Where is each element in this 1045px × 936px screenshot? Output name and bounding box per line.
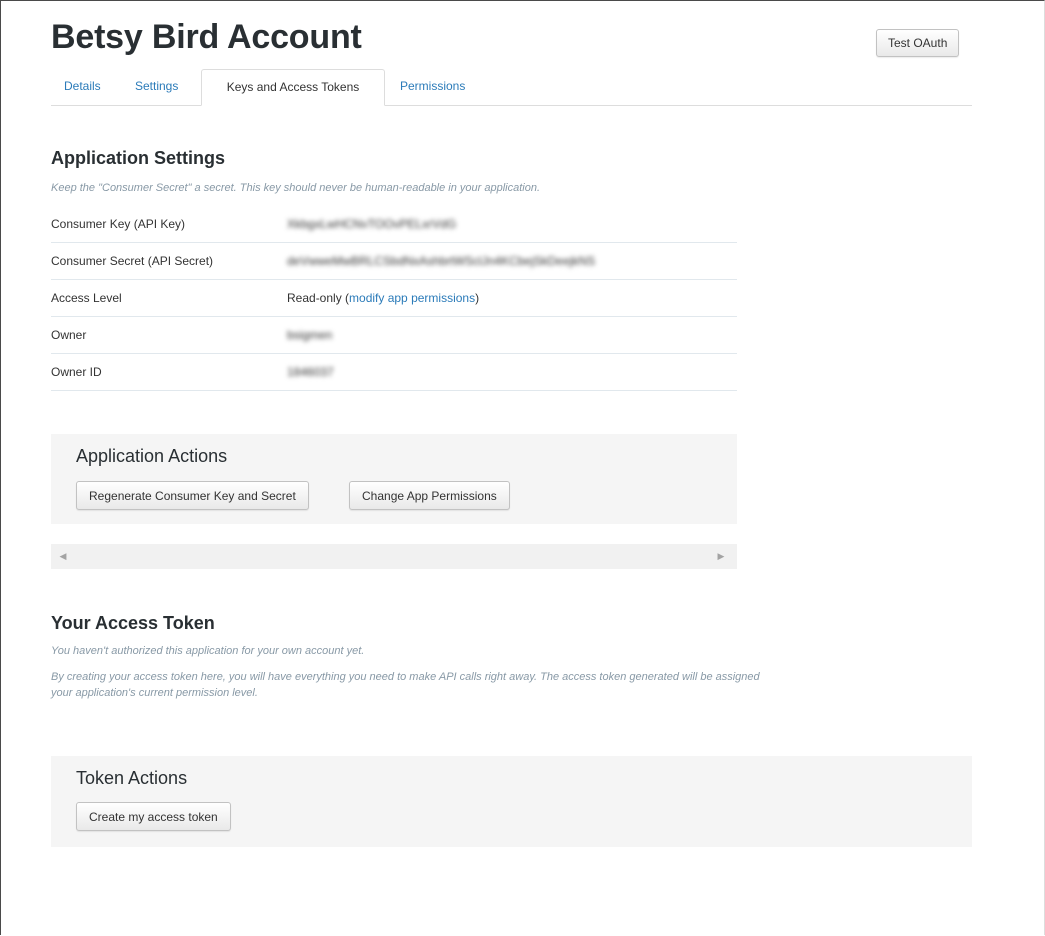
tab-keys-and-access-tokens[interactable]: Keys and Access Tokens <box>201 69 385 106</box>
consumer-key-label: Consumer Key (API Key) <box>51 217 186 231</box>
owner-id-label: Owner ID <box>51 365 102 379</box>
consumer-secret-label: Consumer Secret (API Secret) <box>51 254 214 268</box>
access-token-description-line2: your application's current permission le… <box>51 687 258 699</box>
tab-settings[interactable]: Settings <box>135 69 178 105</box>
tab-bar: Details Settings Keys and Access Tokens … <box>51 69 972 106</box>
token-actions-heading: Token Actions <box>76 768 188 788</box>
table-row: Owner bsigmen <box>51 317 737 354</box>
consumer-secret-value: deVwweMwBRLCSbdNxAshbrtWSclJn4KCbejSkDee… <box>287 254 596 268</box>
access-level-text: Read-only ( <box>287 291 350 305</box>
access-token-heading: Your Access Token <box>51 613 215 633</box>
regenerate-consumer-key-button[interactable]: Regenerate Consumer Key and Secret <box>76 481 309 510</box>
table-row: Consumer Secret (API Secret) deVwweMwBRL… <box>51 243 737 280</box>
owner-id-value: 1846037 <box>287 365 334 379</box>
table-row: Access Level Read-only (modify app permi… <box>51 280 737 317</box>
chevron-left-icon[interactable]: ◀ <box>53 544 73 569</box>
owner-value: bsigmen <box>287 328 333 342</box>
chevron-right-icon[interactable]: ▶ <box>711 544 731 569</box>
application-settings-table: Consumer Key (API Key) XkbgxLwHCNvTOOvPE… <box>51 206 737 391</box>
change-app-permissions-button[interactable]: Change App Permissions <box>349 481 510 510</box>
access-level-value: Read-only (modify app permissions) <box>287 280 479 316</box>
access-level-suffix: ) <box>475 291 480 305</box>
create-access-token-button[interactable]: Create my access token <box>76 802 231 831</box>
modify-app-permissions-link[interactable]: modify app permissions <box>349 291 475 305</box>
table-row: Owner ID 1846037 <box>51 354 737 391</box>
owner-label: Owner <box>51 328 87 342</box>
test-oauth-button[interactable]: Test OAuth <box>876 29 960 57</box>
consumer-key-value: XkbgxLwHCNvTOOvPELxrVdG <box>287 217 457 231</box>
access-token-note: You haven't authorized this application … <box>51 645 365 657</box>
token-actions-panel: Token Actions Create my access token <box>51 756 972 847</box>
application-settings-note: Keep the "Consumer Secret" a secret. Thi… <box>51 182 541 194</box>
horizontal-scrollbar[interactable]: ◀ ▶ <box>51 544 737 569</box>
tab-details[interactable]: Details <box>64 69 101 105</box>
application-actions-panel: Application Actions Regenerate Consumer … <box>51 434 737 524</box>
table-row: Consumer Key (API Key) XkbgxLwHCNvTOOvPE… <box>51 206 737 243</box>
page-title: Betsy Bird Account <box>51 18 362 56</box>
access-level-label: Access Level <box>51 291 122 305</box>
tab-permissions[interactable]: Permissions <box>400 69 465 105</box>
access-token-description-line1: By creating your access token here, you … <box>51 671 760 683</box>
application-actions-heading: Application Actions <box>76 446 228 466</box>
application-settings-heading: Application Settings <box>51 148 226 168</box>
